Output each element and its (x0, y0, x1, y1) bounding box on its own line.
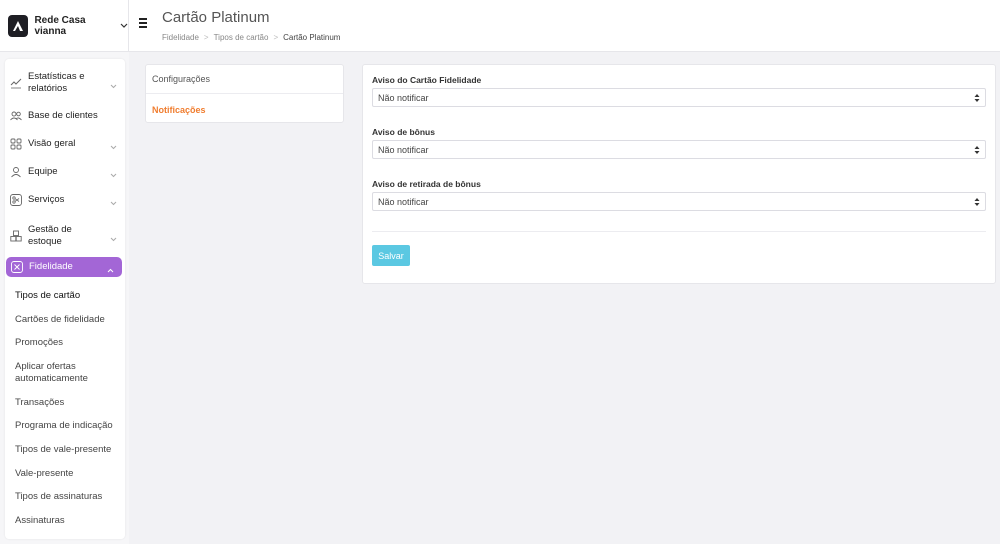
select-value: Não notificar (378, 92, 429, 103)
chevron-down-icon (110, 233, 117, 245)
grid-icon (10, 138, 22, 150)
select-aviso-retirada[interactable]: Não notificar (372, 192, 986, 211)
submenu-item-promocoes[interactable]: Promoções (15, 337, 63, 349)
menu-toggle-icon[interactable] (135, 16, 151, 32)
page-header: Cartão Platinum Fidelidade > Tipos de ca… (129, 0, 1000, 52)
boxes-icon (10, 230, 22, 242)
submenu-item-tipos-de-cartao[interactable]: Tipos de cartão (15, 290, 80, 302)
submenu-item-tipos-de-vale-presente[interactable]: Tipos de vale-presente (15, 444, 111, 456)
sidebar-item-equipe[interactable]: Equipe (5, 164, 125, 180)
loyalty-icon (11, 261, 23, 273)
breadcrumb-separator: > (203, 33, 209, 42)
submenu-item-vale-presente[interactable]: Vale-presente (15, 468, 73, 480)
breadcrumb-separator: > (273, 33, 279, 42)
chevron-down-icon (110, 141, 117, 153)
sidebar: Estatísticas e relatórios Base de client… (0, 52, 129, 544)
sidebar-item-fidelidade[interactable]: Fidelidade (6, 257, 122, 277)
breadcrumb: Fidelidade > Tipos de cartão > Cartão Pl… (162, 33, 340, 42)
brand-logo (8, 14, 29, 37)
sidebar-item-label: Estatísticas e relatórios (28, 71, 85, 94)
notifications-form: Aviso do Cartão Fidelidade Não notificar… (362, 64, 996, 284)
select-arrows-icon (974, 197, 980, 209)
sidebar-item-label: Gestão de estoque (28, 224, 72, 247)
select-value: Não notificar (378, 144, 429, 155)
chart-icon (10, 77, 22, 89)
breadcrumb-link-tipos-de-cartao[interactable]: Tipos de cartão (214, 33, 269, 42)
breadcrumb-current: Cartão Platinum (283, 33, 341, 42)
chevron-down-icon (120, 20, 128, 32)
form-divider (372, 231, 986, 232)
select-aviso-cartao[interactable]: Não notificar (372, 88, 986, 107)
page-title: Cartão Platinum (162, 9, 270, 26)
chevron-down-icon (110, 197, 117, 209)
select-arrows-icon (974, 93, 980, 105)
submenu-item-assinaturas[interactable]: Assinaturas (15, 515, 65, 527)
save-button[interactable]: Salvar (372, 245, 410, 266)
settings-tabs: Configurações Notificações (145, 64, 344, 123)
users-icon (10, 110, 22, 122)
sidebar-item-label: Base de clientes (28, 110, 98, 121)
field-label-aviso-retirada: Aviso de retirada de bônus (372, 179, 481, 189)
select-arrows-icon (974, 145, 980, 157)
submenu-item-transacoes[interactable]: Transações (15, 397, 64, 409)
sidebar-item-label: Visão geral (28, 138, 76, 149)
chevron-down-icon (110, 169, 117, 181)
sidebar-item-estatisticas[interactable]: Estatísticas e relatórios (5, 69, 125, 97)
submenu-item-tipos-de-assinaturas[interactable]: Tipos de assinaturas (15, 491, 102, 503)
chevron-down-icon (110, 80, 117, 92)
sidebar-item-label: Serviços (28, 194, 65, 205)
chevron-up-icon (107, 264, 114, 276)
submenu-item-programa-de-indicacao[interactable]: Programa de indicação (15, 420, 113, 432)
field-label-aviso-bonus: Aviso de bônus (372, 127, 435, 137)
breadcrumb-link-fidelidade[interactable]: Fidelidade (162, 33, 199, 42)
submenu-item-cartoes-de-fidelidade[interactable]: Cartões de fidelidade (15, 314, 105, 326)
select-aviso-bonus[interactable]: Não notificar (372, 140, 986, 159)
sidebar-item-label: Fidelidade (29, 261, 73, 272)
field-label-aviso-cartao: Aviso do Cartão Fidelidade (372, 75, 482, 85)
tab-notificacoes[interactable]: Notificações (146, 95, 343, 124)
sidebar-item-servicos[interactable]: Serviços (5, 192, 125, 208)
account-switcher[interactable]: Rede Casa vianna (0, 0, 129, 52)
account-name: Rede Casa vianna (34, 14, 86, 37)
sidebar-item-label: Equipe (28, 166, 58, 177)
sidebar-item-base-de-clientes[interactable]: Base de clientes (5, 108, 125, 124)
user-icon (10, 166, 22, 178)
tab-configuracoes[interactable]: Configurações (146, 65, 343, 94)
sidebar-item-visao-geral[interactable]: Visão geral (5, 136, 125, 152)
sidebar-item-gestao-de-estoque[interactable]: Gestão de estoque (5, 222, 125, 250)
sidebar-panel: Estatísticas e relatórios Base de client… (5, 59, 125, 539)
scissors-icon (10, 194, 22, 206)
submenu-item-aplicar-ofertas[interactable]: Aplicar ofertas automaticamente (15, 361, 105, 385)
select-value: Não notificar (378, 196, 429, 207)
